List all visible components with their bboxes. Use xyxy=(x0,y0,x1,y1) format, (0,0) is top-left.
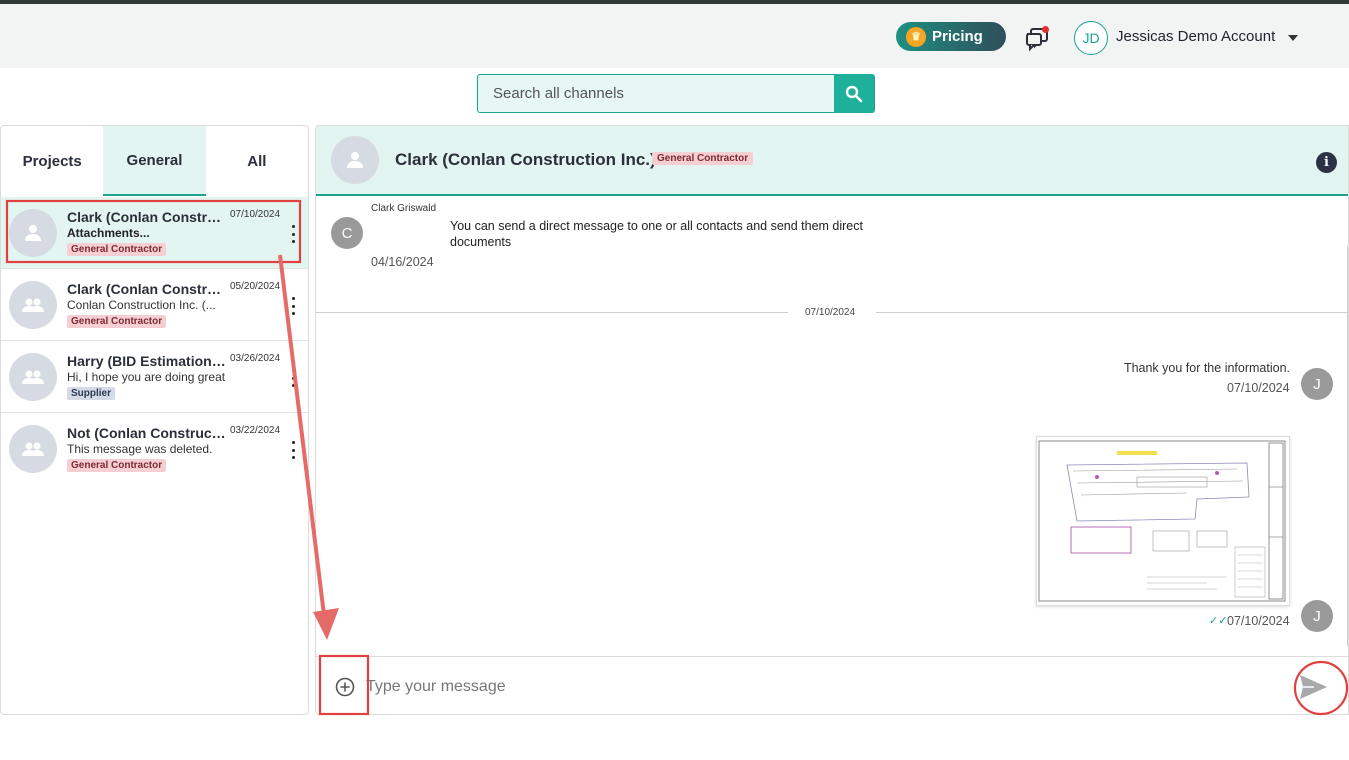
user-avatar: J xyxy=(1301,600,1333,632)
account-name[interactable]: Jessicas Demo Account xyxy=(1116,28,1275,45)
conversation-preview: Hi, I hope you are doing great xyxy=(67,370,226,384)
chat-header: Clark (Conlan Construction Inc.) General… xyxy=(316,126,1348,196)
search-icon xyxy=(845,85,863,102)
search-bar xyxy=(477,74,875,113)
pricing-button[interactable]: ♛ Pricing xyxy=(896,22,1006,51)
tab-general[interactable]: General xyxy=(103,126,206,196)
chat-panel: Clark (Conlan Construction Inc.) General… xyxy=(315,125,1349,715)
role-badge: General Contractor xyxy=(67,315,167,328)
message-time: 07/10/2024 xyxy=(1227,614,1290,628)
role-badge: General Contractor xyxy=(67,243,167,256)
role-badge: Supplier xyxy=(67,387,116,400)
conversation-preview: Attachments... xyxy=(67,226,150,240)
channel-tabs: Projects General All xyxy=(1,126,308,196)
crown-icon: ♛ xyxy=(906,26,926,47)
conversation-title: Clark (Conlan Construction Inc.) xyxy=(67,209,229,225)
list-item[interactable]: Clark (Conlan Construction Inc.) 07/10/2… xyxy=(1,197,308,269)
group-icon xyxy=(9,281,57,329)
tab-all[interactable]: All xyxy=(206,126,308,196)
conversation-preview: Conlan Construction Inc. (... xyxy=(67,298,216,312)
list-item[interactable]: Clark (Conlan Construction Inc.) 05/20/2… xyxy=(1,269,308,341)
search-input[interactable] xyxy=(478,75,836,112)
conversation-date: 03/22/2024 xyxy=(230,425,281,436)
conversation-preview: This message was deleted. xyxy=(67,442,213,456)
message-composer xyxy=(316,656,1348,714)
attachment-thumbnail[interactable] xyxy=(1036,436,1290,606)
message-time: 07/10/2024 xyxy=(1227,381,1290,395)
more-options-icon[interactable] xyxy=(287,225,299,243)
info-icon[interactable]: i xyxy=(1316,152,1337,173)
floor-plan-image xyxy=(1038,440,1286,602)
conversation-panel: Projects General All Clark (Conlan Const… xyxy=(0,125,309,715)
list-item[interactable]: Not (Conlan Construction Inc.) 03/22/202… xyxy=(1,413,308,485)
conversation-title: Harry (BID Estimation, LLC) xyxy=(67,353,229,369)
read-receipt-icon: ✓✓ xyxy=(1209,615,1228,627)
conversation-title: Not (Conlan Construction Inc.) xyxy=(67,425,229,441)
add-attachment-icon[interactable] xyxy=(335,677,355,697)
message-input[interactable] xyxy=(366,671,1266,703)
account-avatar[interactable]: JD xyxy=(1074,21,1108,55)
date-divider-line xyxy=(876,312,1348,313)
date-divider: 07/10/2024 xyxy=(805,307,856,318)
person-icon xyxy=(331,136,379,184)
more-options-icon[interactable] xyxy=(287,297,299,315)
more-options-icon[interactable] xyxy=(287,441,299,459)
more-options-icon[interactable] xyxy=(287,369,299,387)
notification-dot xyxy=(1042,26,1049,33)
search-button[interactable] xyxy=(834,74,874,113)
date-divider-line xyxy=(316,312,788,313)
role-badge: General Contractor xyxy=(652,152,754,165)
chevron-down-icon[interactable] xyxy=(1288,35,1298,41)
conversation-title: Clark (Conlan Construction Inc.) xyxy=(67,281,229,297)
user-avatar: J xyxy=(1301,368,1333,400)
conversation-date: 07/10/2024 xyxy=(230,209,281,220)
message-time: 04/16/2024 xyxy=(371,255,434,269)
group-icon xyxy=(9,425,57,473)
group-icon xyxy=(9,353,57,401)
sender-name: Clark Griswald xyxy=(371,203,437,214)
conversation-list: Clark (Conlan Construction Inc.) 07/10/2… xyxy=(1,197,308,485)
message-text: You can send a direct message to one or … xyxy=(450,219,863,249)
chat-title: Clark (Conlan Construction Inc.) xyxy=(395,150,656,169)
tab-projects[interactable]: Projects xyxy=(1,126,103,196)
person-icon xyxy=(9,209,57,257)
pricing-label: Pricing xyxy=(932,28,983,45)
conversation-date: 05/20/2024 xyxy=(230,281,281,292)
role-badge: General Contractor xyxy=(67,459,167,472)
top-header: ♛ Pricing JD Jessicas Demo Account xyxy=(0,4,1349,68)
message-text: Thank you for the information. xyxy=(1123,361,1290,375)
list-item[interactable]: Harry (BID Estimation, LLC) 03/26/2024 H… xyxy=(1,341,308,413)
conversation-date: 03/26/2024 xyxy=(230,353,281,364)
sender-avatar: C xyxy=(331,217,363,249)
send-icon[interactable] xyxy=(1296,670,1330,704)
